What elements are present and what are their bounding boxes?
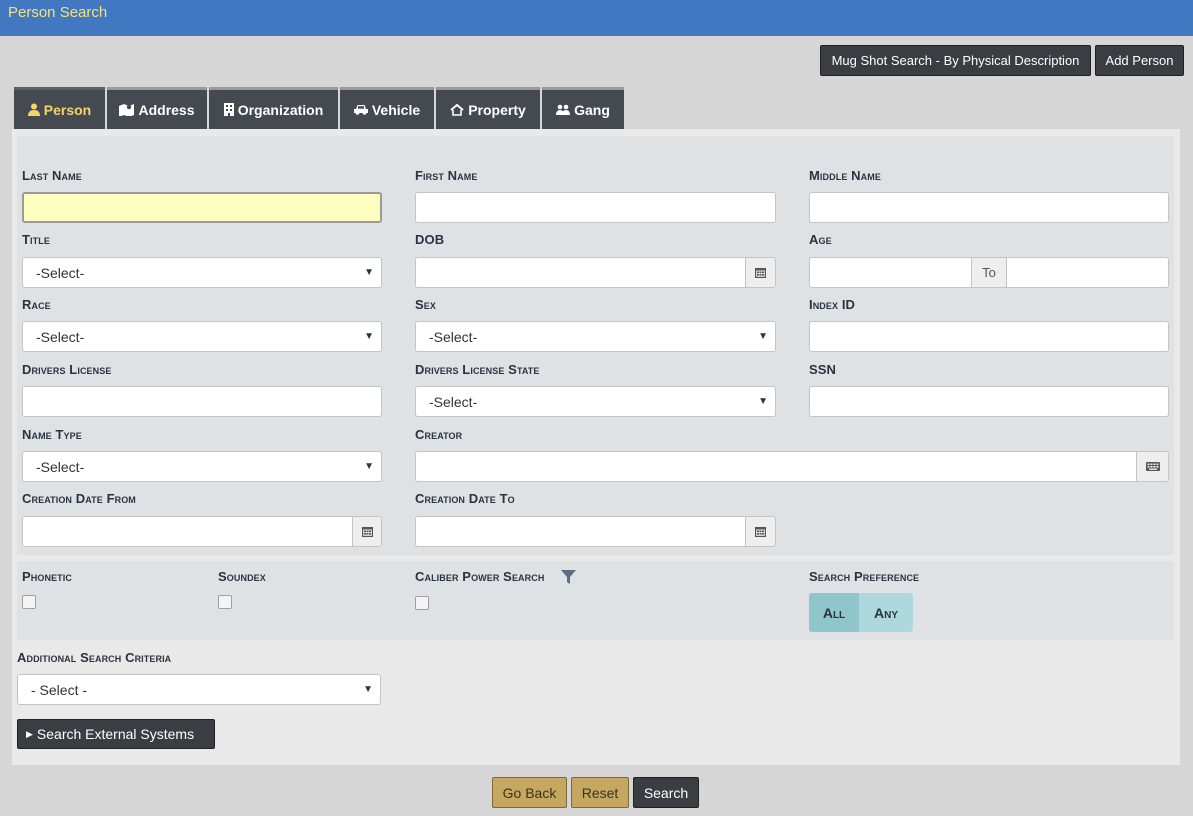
index-id-input[interactable]	[809, 321, 1169, 352]
dob-label: DOB	[415, 232, 445, 247]
caret-down-icon: ▼	[363, 684, 373, 695]
creator-label: Creator	[415, 427, 463, 442]
age-from-input[interactable]	[809, 257, 972, 288]
creator-keyboard-button[interactable]	[1136, 451, 1169, 482]
soundex-label: Soundex	[218, 569, 266, 584]
name-type-selected: -Select-	[36, 458, 85, 475]
creation-date-to-input[interactable]	[415, 516, 746, 547]
dob-calendar-button[interactable]	[745, 257, 776, 288]
race-select[interactable]: -Select- ▼	[22, 321, 382, 352]
filter-icon[interactable]	[561, 570, 576, 584]
calendar-icon	[755, 527, 766, 537]
drivers-license-label: Drivers License	[22, 362, 112, 377]
dob-input[interactable]	[415, 257, 746, 288]
caret-down-icon: ▼	[758, 396, 768, 407]
car-icon	[353, 105, 368, 115]
age-to-input[interactable]	[1006, 257, 1169, 288]
caret-down-icon: ▼	[758, 331, 768, 342]
search-button[interactable]: Search	[633, 777, 699, 808]
property-icon	[450, 103, 464, 116]
calendar-icon	[755, 268, 766, 278]
drivers-license-input[interactable]	[22, 386, 382, 417]
name-type-label: Name Type	[22, 427, 82, 442]
phonetic-label: Phonetic	[22, 569, 72, 584]
last-name-label: Last Name	[22, 168, 82, 183]
tab-property[interactable]: Property	[436, 87, 540, 129]
phonetic-checkbox[interactable]	[22, 595, 36, 609]
tab-label: Property	[468, 101, 526, 118]
ssn-input[interactable]	[809, 386, 1169, 417]
race-label: Race	[22, 297, 51, 312]
mugshot-search-button[interactable]: Mug Shot Search - By Physical Descriptio…	[820, 45, 1091, 76]
additional-criteria-select[interactable]: - Select - ▼	[17, 674, 381, 705]
tab-gang[interactable]: Gang	[542, 87, 624, 129]
tab-label: Vehicle	[371, 101, 421, 118]
tab-address[interactable]: Address	[107, 87, 207, 129]
building-icon	[223, 103, 234, 116]
age-to-addon: To	[971, 257, 1007, 288]
tab-label: Address	[138, 101, 195, 118]
middle-name-input[interactable]	[809, 192, 1169, 223]
creator-input[interactable]	[415, 451, 1137, 482]
creation-date-from-input[interactable]	[22, 516, 353, 547]
caliber-checkbox[interactable]	[415, 596, 429, 610]
user-icon	[27, 103, 40, 116]
add-person-button[interactable]: Add Person	[1095, 45, 1184, 76]
race-selected: -Select-	[36, 328, 85, 345]
map-icon	[119, 104, 135, 116]
tab-label: Gang	[574, 101, 610, 118]
go-back-button[interactable]: Go Back	[492, 777, 567, 808]
first-name-input[interactable]	[415, 192, 776, 223]
tab-person[interactable]: Person	[14, 87, 105, 129]
tab-label: Person	[43, 101, 92, 118]
preference-any-button[interactable]: Any	[859, 593, 913, 632]
search-preference-label: Search Preference	[809, 569, 920, 584]
search-external-systems-button[interactable]: ▶ Search External Systems	[17, 719, 215, 749]
keyboard-icon	[1145, 462, 1160, 471]
soundex-checkbox[interactable]	[218, 595, 232, 609]
creation-date-to-calendar-button[interactable]	[745, 516, 776, 547]
caret-down-icon: ▼	[364, 461, 374, 472]
options-section	[17, 561, 1174, 640]
app-header: Person Search	[0, 0, 1193, 36]
creation-date-from-label: Creation Date From	[22, 491, 136, 506]
users-icon	[556, 104, 571, 115]
title-label: Title	[22, 232, 50, 247]
preference-all-button[interactable]: All	[809, 593, 859, 632]
age-label: Age	[809, 232, 832, 247]
drivers-license-state-select[interactable]: -Select- ▼	[415, 386, 776, 417]
first-name-label: First Name	[415, 168, 478, 183]
dl-state-selected: -Select-	[429, 393, 478, 410]
external-label: Search External Systems	[36, 726, 195, 742]
tab-organization[interactable]: Organization	[209, 87, 338, 129]
sex-selected: -Select-	[429, 328, 478, 345]
page-title: Person Search	[8, 4, 108, 21]
caret-right-icon: ▶	[26, 728, 33, 739]
middle-name-label: Middle Name	[809, 168, 881, 183]
additional-selected: - Select -	[31, 681, 88, 698]
name-type-select[interactable]: -Select- ▼	[22, 451, 382, 482]
caliber-power-search-label: Caliber Power Search	[415, 569, 545, 584]
calendar-icon	[361, 527, 373, 537]
drivers-license-state-label: Drivers License State	[415, 362, 540, 377]
last-name-input[interactable]	[22, 192, 382, 223]
sex-select[interactable]: -Select- ▼	[415, 321, 776, 352]
tab-label: Organization	[237, 101, 324, 118]
sex-label: Sex	[415, 297, 436, 312]
tab-vehicle[interactable]: Vehicle	[340, 87, 434, 129]
title-select[interactable]: -Select- ▼	[22, 257, 382, 288]
index-id-label: Index ID	[809, 297, 856, 312]
reset-button[interactable]: Reset	[571, 777, 629, 808]
creation-date-from-calendar-button[interactable]	[352, 516, 382, 547]
creation-date-to-label: Creation Date To	[415, 491, 515, 506]
additional-criteria-label: Additional Search Criteria	[17, 650, 172, 665]
caret-down-icon: ▼	[364, 267, 374, 278]
title-selected: -Select-	[36, 264, 85, 281]
caret-down-icon: ▼	[364, 331, 374, 342]
ssn-label: SSN	[809, 362, 837, 377]
